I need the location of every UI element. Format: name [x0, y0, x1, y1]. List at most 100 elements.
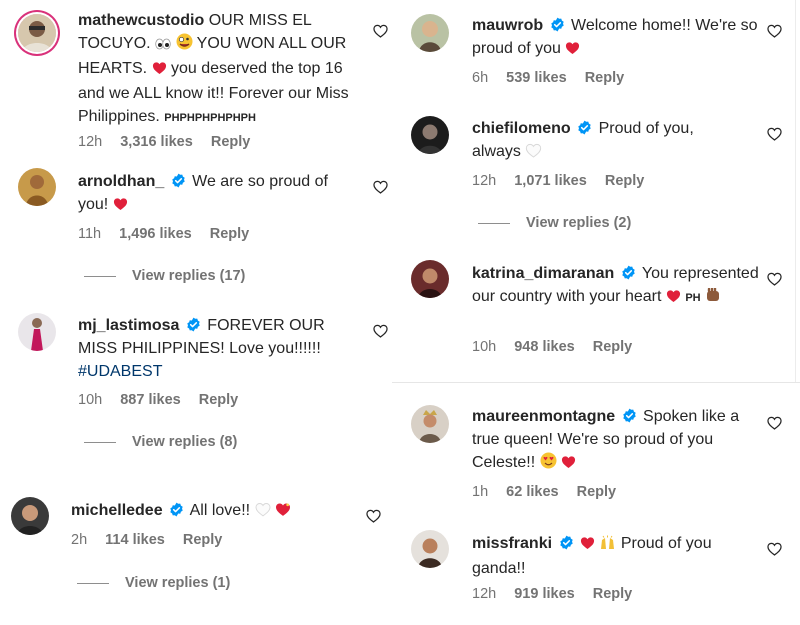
avatar[interactable]	[411, 14, 449, 52]
like-count[interactable]: 1,496 likes	[119, 226, 192, 242]
white-heart-emoji-icon	[255, 501, 271, 524]
like-count[interactable]: 3,316 likes	[120, 134, 193, 150]
eyes-emoji-icon	[155, 34, 171, 57]
comment-meta: 11h 1,496 likes Reply	[78, 226, 263, 242]
reply-button[interactable]: Reply	[585, 70, 625, 86]
verified-badge-icon	[550, 17, 565, 32]
like-heart-icon[interactable]	[767, 24, 782, 38]
like-heart-icon[interactable]	[767, 127, 782, 141]
username[interactable]: maureenmontagne	[472, 408, 615, 425]
comment-text: mj_lastimosa FOREVER OUR MISS PHILIPPINE…	[78, 314, 368, 383]
reply-button[interactable]: Reply	[577, 484, 617, 500]
username[interactable]: michelledee	[71, 502, 163, 519]
like-heart-icon[interactable]	[767, 416, 782, 430]
white-heart-emoji-icon	[525, 142, 542, 165]
like-heart-icon[interactable]	[373, 324, 388, 338]
reply-button[interactable]: Reply	[199, 392, 239, 408]
comment-text: michelledee All love!!	[71, 499, 361, 524]
view-replies-button[interactable]: View replies (8)	[84, 434, 237, 450]
avatar[interactable]	[411, 530, 449, 568]
view-replies-button[interactable]: View replies (1)	[77, 575, 230, 591]
avatar[interactable]	[411, 260, 449, 298]
username[interactable]: missfranki	[472, 535, 552, 552]
view-replies-label: View replies (17)	[132, 268, 246, 284]
comment-text: arnoldhan_ We are so proud of you!	[78, 170, 358, 218]
like-count[interactable]: 539 likes	[506, 70, 566, 86]
heart-eyes-emoji-icon	[540, 452, 557, 476]
red-heart-emoji-icon	[580, 534, 595, 557]
reply-button[interactable]: Reply	[593, 339, 633, 355]
comment-text: maureenmontagne Spoken like a true queen…	[472, 405, 762, 476]
like-count[interactable]: 948 likes	[514, 339, 574, 355]
replies-divider	[84, 275, 116, 277]
like-count[interactable]: 1,071 likes	[514, 173, 587, 189]
reply-button[interactable]: Reply	[605, 173, 645, 189]
avatar[interactable]	[411, 116, 449, 154]
comment-text: katrina_dimaranan You represented our co…	[472, 262, 762, 310]
reply-button[interactable]: Reply	[211, 134, 251, 150]
comment-text: mathewcustodio OUR MISS EL TOCUYO. YOU W…	[78, 9, 368, 130]
view-replies-button[interactable]: View replies (17)	[84, 268, 245, 284]
avatar[interactable]	[18, 168, 56, 206]
avatar[interactable]	[411, 405, 449, 443]
like-heart-icon[interactable]	[373, 180, 388, 194]
like-count[interactable]: 887 likes	[120, 392, 180, 408]
timestamp: 10h	[78, 392, 103, 408]
username[interactable]: mathewcustodio	[78, 12, 204, 29]
red-heart-emoji-icon	[561, 453, 576, 476]
small-tag: PH	[685, 292, 701, 304]
replies-divider	[77, 582, 109, 584]
comment-text: mauwrob Welcome home!! We're so proud of…	[472, 14, 762, 62]
view-replies-button[interactable]: View replies (2)	[478, 215, 631, 231]
raising-hands-emoji-icon	[599, 534, 616, 557]
verified-badge-icon	[577, 120, 592, 135]
comment-body: All love!!	[189, 502, 251, 519]
username[interactable]: katrina_dimaranan	[472, 265, 614, 282]
red-heart-emoji-icon	[565, 39, 580, 62]
like-heart-icon[interactable]	[767, 272, 782, 286]
fist-emoji-icon	[705, 287, 721, 310]
timestamp: 12h	[472, 586, 497, 602]
username[interactable]: arnoldhan_	[78, 173, 164, 190]
avatar[interactable]	[18, 313, 56, 351]
like-heart-icon[interactable]	[767, 542, 782, 556]
view-replies-label: View replies (8)	[132, 434, 238, 450]
like-count[interactable]: 114 likes	[105, 532, 165, 548]
reply-button[interactable]: Reply	[183, 532, 223, 548]
verified-badge-icon	[171, 173, 186, 188]
sparkling-heart-emoji-icon	[275, 501, 291, 524]
comment-meta: 10h 887 likes Reply	[78, 392, 252, 408]
username[interactable]: mj_lastimosa	[78, 317, 179, 334]
like-heart-icon[interactable]	[366, 509, 381, 523]
username[interactable]: mauwrob	[472, 17, 543, 34]
red-heart-emoji-icon	[152, 59, 167, 82]
username[interactable]: chiefilomeno	[472, 120, 571, 137]
comment-text: chiefilomeno Proud of you, always	[472, 117, 732, 165]
like-heart-icon[interactable]	[373, 24, 388, 38]
verified-badge-icon	[622, 408, 637, 423]
view-replies-label: View replies (2)	[526, 215, 632, 231]
comment-meta: 12h 1,071 likes Reply	[472, 173, 658, 189]
comment-meta: 2h 114 likes Reply	[71, 532, 236, 548]
timestamp: 12h	[78, 134, 103, 150]
timestamp: 2h	[71, 532, 88, 548]
comment-text: missfranki Proud of you ganda!!	[472, 532, 762, 580]
red-heart-emoji-icon	[113, 195, 128, 218]
like-count[interactable]: 62 likes	[506, 484, 558, 500]
comment-meta: 12h 919 likes Reply	[472, 586, 646, 602]
like-count[interactable]: 919 likes	[514, 586, 574, 602]
comment-meta: 12h 3,316 likes Reply	[78, 134, 264, 150]
hashtag-link[interactable]: #UDABEST	[78, 363, 162, 380]
timestamp: 11h	[78, 226, 102, 242]
avatar[interactable]	[18, 14, 56, 52]
reply-button[interactable]: Reply	[210, 226, 250, 242]
reply-button[interactable]: Reply	[593, 586, 633, 602]
comment-meta: 10h 948 likes Reply	[472, 339, 646, 355]
zany-face-emoji-icon	[176, 33, 193, 57]
verified-badge-icon	[559, 535, 574, 550]
panel-divider	[392, 382, 800, 383]
timestamp: 10h	[472, 339, 497, 355]
avatar[interactable]	[11, 497, 49, 535]
comment-meta: 1h 62 likes Reply	[472, 484, 630, 500]
view-replies-label: View replies (1)	[125, 575, 231, 591]
